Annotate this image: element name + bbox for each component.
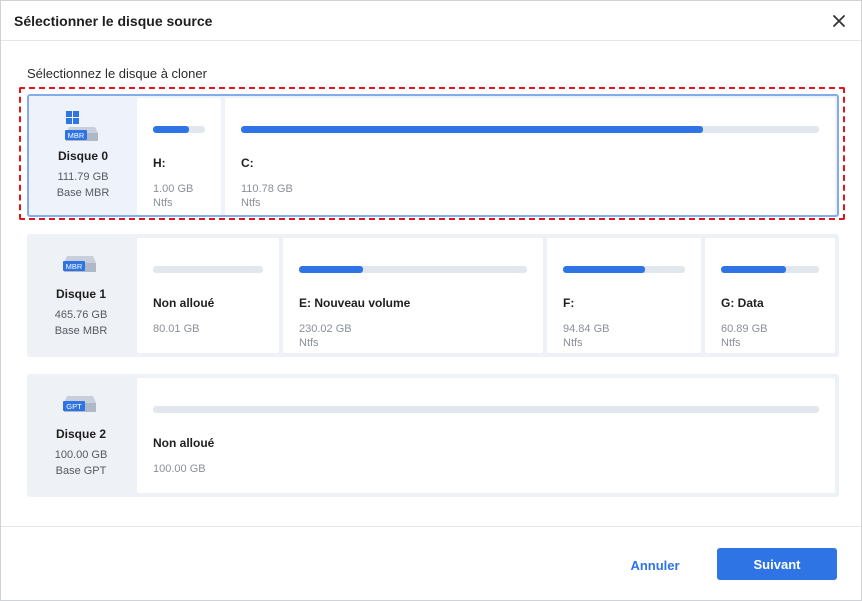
disk-info: MBR Disque 0 111.79 GB Base MBR bbox=[29, 96, 137, 215]
partition-label: Non alloué bbox=[153, 296, 215, 310]
usage-bar bbox=[153, 406, 819, 413]
disk-badge: MBR bbox=[68, 131, 85, 140]
partition-tile[interactable]: Non alloué 100.00 GB bbox=[137, 378, 835, 493]
partition-filesystem: Ntfs bbox=[563, 337, 583, 349]
partition-size: 100.00 GB bbox=[153, 463, 206, 475]
partition-filesystem: Ntfs bbox=[241, 197, 261, 209]
disk-size: 111.79 GB bbox=[57, 171, 109, 183]
disk-row-2[interactable]: GPT Disque 2 100.00 GB Base GPT Non allo… bbox=[27, 374, 839, 497]
partition-label: G: Data bbox=[721, 296, 764, 310]
next-button[interactable]: Suivant bbox=[717, 548, 837, 580]
partition-tile[interactable]: E: Nouveau volume 230.02 GB Ntfs bbox=[283, 238, 543, 353]
close-icon bbox=[833, 15, 845, 27]
disk-size: 465.76 GB bbox=[54, 309, 108, 321]
usage-bar bbox=[563, 266, 685, 273]
partition-size: 80.01 GB bbox=[153, 323, 200, 335]
footer-divider bbox=[1, 526, 861, 527]
disk-size: 100.00 GB bbox=[54, 449, 108, 461]
disk-name: Disque 2 bbox=[55, 427, 106, 441]
partition-label: F: bbox=[563, 296, 575, 310]
partition-tile[interactable]: C: 110.78 GB Ntfs bbox=[225, 98, 835, 215]
partition-label: Non alloué bbox=[153, 436, 215, 450]
disk-badge: GPT bbox=[66, 402, 82, 411]
partition-size: 1.00 GB bbox=[153, 183, 194, 195]
disk-row-1[interactable]: MBR Disque 1 465.76 GB Base MBR Non allo… bbox=[27, 234, 839, 357]
partition-size: 94.84 GB bbox=[563, 323, 610, 335]
disk-row-0[interactable]: MBR Disque 0 111.79 GB Base MBR H: 1.00 … bbox=[27, 94, 839, 217]
windows-system-disk-icon: MBR bbox=[65, 111, 101, 141]
disk-info: GPT Disque 2 100.00 GB Base GPT bbox=[27, 374, 135, 497]
partition-label: E: Nouveau volume bbox=[299, 296, 411, 310]
disk-name: Disque 1 bbox=[55, 287, 106, 301]
select-source-disk-dialog: Sélectionner le disque source Sélectionn… bbox=[0, 0, 862, 601]
partition-label: H: bbox=[153, 156, 166, 170]
disk-type: Base MBR bbox=[54, 325, 108, 337]
partition-tile[interactable]: H: 1.00 GB Ntfs bbox=[137, 98, 221, 215]
usage-bar bbox=[721, 266, 819, 273]
instruction-text: Sélectionnez le disque à cloner bbox=[27, 66, 207, 81]
hard-disk-icon: MBR bbox=[63, 252, 99, 280]
partition-filesystem: Ntfs bbox=[153, 197, 173, 209]
usage-bar bbox=[241, 126, 819, 133]
hard-disk-icon: GPT bbox=[63, 392, 99, 420]
dialog-title: Sélectionner le disque source bbox=[14, 13, 213, 29]
cancel-button[interactable]: Annuler bbox=[613, 549, 697, 581]
partition-tile[interactable]: Non alloué 80.01 GB bbox=[137, 238, 279, 353]
usage-bar bbox=[153, 126, 205, 133]
disk-badge: MBR bbox=[66, 262, 83, 271]
disk-info: MBR Disque 1 465.76 GB Base MBR bbox=[27, 234, 135, 357]
dialog-titlebar: Sélectionner le disque source bbox=[1, 1, 861, 41]
partition-label: C: bbox=[241, 156, 254, 170]
disk-type: Base MBR bbox=[56, 187, 110, 199]
partition-tile[interactable]: G: Data 60.89 GB Ntfs bbox=[705, 238, 835, 353]
usage-bar bbox=[153, 266, 263, 273]
usage-bar bbox=[299, 266, 527, 273]
partition-filesystem: Ntfs bbox=[721, 337, 741, 349]
partition-tile[interactable]: F: 94.84 GB Ntfs bbox=[547, 238, 701, 353]
partition-size: 60.89 GB bbox=[721, 323, 768, 335]
disk-name: Disque 0 bbox=[57, 149, 108, 163]
disk-type: Base GPT bbox=[55, 465, 107, 477]
partition-filesystem: Ntfs bbox=[299, 337, 319, 349]
close-button[interactable] bbox=[827, 9, 851, 33]
partition-size: 230.02 GB bbox=[299, 323, 352, 335]
partition-size: 110.78 GB bbox=[241, 183, 293, 195]
